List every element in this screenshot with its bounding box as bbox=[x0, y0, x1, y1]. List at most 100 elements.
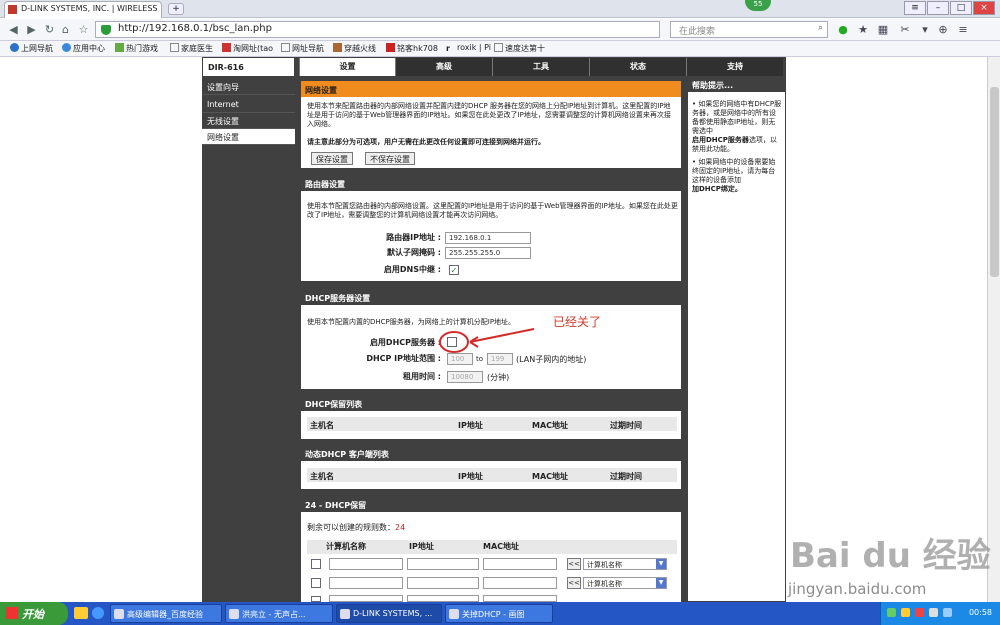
bookmark-item[interactable]: 铭客hk708 bbox=[386, 43, 438, 54]
help-tip-1: • 如果您的网络中有DHCP服务器，或是网络中的所有设备都使用静态IP地址，则无… bbox=[692, 100, 782, 153]
bookmark-item[interactable]: 应用中心 bbox=[62, 43, 105, 54]
refresh-icon[interactable]: ↻ bbox=[42, 22, 57, 37]
section-title: 动态DHCP 客户端列表 bbox=[301, 445, 681, 461]
ip-address-input[interactable] bbox=[407, 595, 479, 602]
computer-name-input[interactable] bbox=[329, 577, 403, 589]
tab-title: D-LINK SYSTEMS, INC. | WIRELESS bbox=[21, 4, 158, 13]
grid-icon[interactable]: ▦ bbox=[876, 23, 890, 37]
computer-name-select[interactable]: 计算机名称 ▼ bbox=[583, 577, 667, 589]
router-ip-input[interactable]: 192.168.0.1 bbox=[445, 232, 531, 244]
maximize-button[interactable]: □ bbox=[950, 1, 972, 15]
col-mac: MAC地址 bbox=[483, 542, 520, 551]
ip-address-input[interactable] bbox=[407, 558, 479, 570]
col-mac: MAC地址 bbox=[529, 468, 607, 482]
mac-address-input[interactable] bbox=[483, 558, 557, 570]
tab-setup[interactable]: 设置 bbox=[299, 58, 395, 76]
copy-button[interactable]: << bbox=[567, 558, 581, 570]
copy-button[interactable]: << bbox=[567, 577, 581, 589]
chevron-down-icon: ▼ bbox=[656, 559, 666, 569]
mac-address-input[interactable] bbox=[483, 577, 557, 589]
chat-icon[interactable]: ● bbox=[836, 23, 850, 37]
annotation-text: 已经关了 bbox=[553, 315, 602, 329]
new-tab-button[interactable]: + bbox=[168, 3, 184, 15]
taskbar-item[interactable]: 洪亮立 - 无声占... bbox=[225, 604, 333, 623]
download-icon[interactable]: ⊕ bbox=[936, 23, 950, 37]
subnet-mask-input[interactable]: 255.255.255.0 bbox=[445, 247, 531, 259]
taskbar-item[interactable]: 关掉DHCP - 画图 bbox=[445, 604, 553, 623]
favorite-star-icon[interactable]: ☆ bbox=[76, 22, 91, 37]
menu-icon[interactable]: ≡ bbox=[956, 23, 970, 37]
watermark-url: jingyan.baidu.com bbox=[788, 580, 927, 598]
tray-icon[interactable] bbox=[915, 608, 924, 617]
bookmark-item[interactable]: 淘网址(tao bbox=[222, 43, 273, 54]
col-hostname: 主机名 bbox=[307, 468, 455, 482]
ip-address-input[interactable] bbox=[407, 577, 479, 589]
url-input[interactable]: http://192.168.0.1/bsc_lan.php bbox=[95, 21, 660, 38]
section-title: 网络设置 bbox=[301, 81, 681, 97]
scroll-thumb[interactable] bbox=[990, 87, 999, 277]
bookmark-item[interactable]: r roxik | Pi bbox=[446, 43, 491, 53]
dropdown-icon[interactable]: ▾ bbox=[918, 23, 932, 37]
tab-tools[interactable]: 工具 bbox=[492, 58, 589, 76]
lease-unit: (分钟) bbox=[487, 373, 510, 382]
bookmark-item[interactable]: 穿越火线 bbox=[333, 43, 376, 54]
taskbar-item-active[interactable]: D-LINK SYSTEMS, ... bbox=[336, 604, 442, 623]
tab-support[interactable]: 支持 bbox=[686, 58, 783, 76]
search-icon[interactable]: ⌕ bbox=[818, 23, 823, 33]
bookmark-star-icon[interactable]: ★ bbox=[856, 23, 870, 37]
nav-internet[interactable]: Internet bbox=[202, 97, 295, 113]
back-icon[interactable]: ◀ bbox=[6, 22, 21, 37]
router-settings-section: 路由器设置 使用本节配置您路由器的内部网络设置。这里配置的IP地址是用于访问的基… bbox=[301, 175, 681, 281]
lease-time-input[interactable]: 10080 bbox=[447, 371, 483, 383]
scissors-icon[interactable]: ✂ bbox=[898, 23, 912, 37]
dynamic-client-list: 动态DHCP 客户端列表 主机名 IP地址 MAC地址 过期时间 bbox=[301, 445, 681, 489]
dont-save-button[interactable]: 不保存设置 bbox=[365, 152, 415, 165]
section-description: 使用本节配置您路由器的内部网络设置。这里配置的IP地址是用于访问的基于Web管理… bbox=[307, 202, 678, 219]
product-logo: DIR-616 bbox=[202, 57, 295, 77]
windows-logo-icon bbox=[6, 607, 18, 619]
taskbar-item[interactable]: 高级编辑器_百度经验 bbox=[110, 604, 222, 623]
tray-icon[interactable] bbox=[887, 608, 896, 617]
dlink-favicon-icon bbox=[8, 5, 17, 14]
tray-icon[interactable] bbox=[901, 608, 910, 617]
computer-name-input[interactable] bbox=[329, 595, 403, 602]
quicklaunch-icon[interactable] bbox=[92, 607, 104, 619]
forward-icon[interactable]: ▶ bbox=[24, 22, 39, 37]
volume-icon[interactable] bbox=[929, 608, 938, 617]
nav-wireless[interactable]: 无线设置 bbox=[202, 113, 295, 129]
computer-name-input[interactable] bbox=[329, 558, 403, 570]
save-settings-button[interactable]: 保存设置 bbox=[311, 152, 353, 165]
dns-relay-checkbox[interactable]: ✓ bbox=[449, 265, 459, 275]
computer-name-select[interactable]: 计算机名称 ▼ bbox=[583, 558, 667, 570]
lease-time-label: 租用时间 : bbox=[403, 372, 441, 381]
help-panel: 帮助提示... • 如果您的网络中有DHCP服务器，或是网络中的所有设备都使用静… bbox=[687, 77, 786, 602]
bookmark-item[interactable]: 家庭医生 bbox=[170, 43, 213, 54]
left-nav: DIR-616 设置向导 Internet 无线设置 网络设置 bbox=[202, 57, 295, 602]
minimize-button[interactable]: – bbox=[927, 1, 949, 15]
mac-address-input[interactable] bbox=[483, 595, 557, 602]
nav-setup-wizard[interactable]: 设置向导 bbox=[202, 79, 295, 95]
vertical-scrollbar[interactable] bbox=[987, 57, 1000, 602]
nav-network-settings[interactable]: 网络设置 bbox=[202, 129, 295, 145]
reserve-enable-checkbox[interactable] bbox=[311, 559, 321, 569]
menu-button[interactable]: ≡ bbox=[904, 1, 926, 15]
bookmark-item[interactable]: 热门游戏 bbox=[115, 43, 158, 54]
search-input[interactable]: 在此搜索 ⌕ bbox=[670, 21, 828, 38]
home-icon[interactable]: ⌂ bbox=[58, 22, 73, 37]
col-expire: 过期时间 bbox=[607, 468, 677, 482]
bookmark-item[interactable]: 网址导航 bbox=[281, 43, 324, 54]
chevron-down-icon: ▼ bbox=[656, 578, 666, 588]
quicklaunch-icon[interactable] bbox=[74, 607, 88, 619]
tab-status[interactable]: 状态 bbox=[589, 58, 686, 76]
bookmark-item[interactable]: 上网导航 bbox=[10, 43, 53, 54]
start-button[interactable]: 开始 bbox=[0, 602, 68, 625]
notification-badge[interactable]: 55 bbox=[745, 0, 771, 11]
close-button[interactable]: × bbox=[973, 1, 995, 15]
tab-advanced[interactable]: 高级 bbox=[395, 58, 492, 76]
main-content: 网络设置 使用本节来配置路由器的内部网络设置并配置内建的DHCP 服务器在您的网… bbox=[295, 77, 687, 602]
reserve-enable-checkbox[interactable] bbox=[311, 578, 321, 588]
bookmark-item[interactable]: 速度达第十 bbox=[494, 43, 545, 54]
hand-drawn-arrow-annotation bbox=[439, 328, 535, 353]
browser-tab[interactable]: D-LINK SYSTEMS, INC. | WIRELESS bbox=[4, 1, 162, 18]
network-icon[interactable] bbox=[943, 608, 952, 617]
